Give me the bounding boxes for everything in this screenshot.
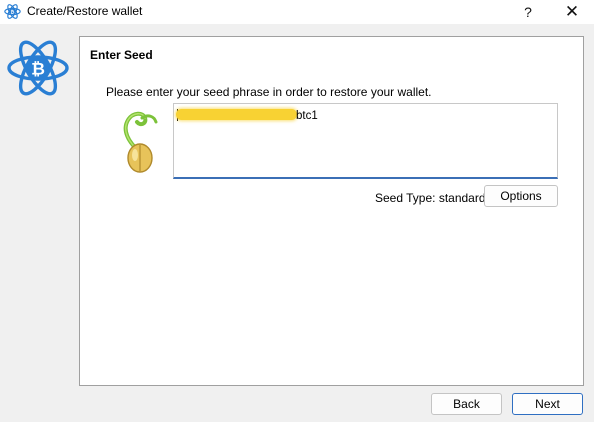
seed-type-label: Seed Type: standard [375, 191, 486, 205]
close-button[interactable]: ✕ [552, 0, 592, 24]
window-title: Create/Restore wallet [27, 4, 143, 18]
page-title: Enter Seed [90, 48, 153, 62]
redacted-seed-words [176, 109, 297, 120]
enter-seed-panel: Enter Seed Please enter your seed phrase… [79, 36, 584, 386]
seed-visible-text: btc1 [296, 110, 318, 122]
options-button[interactable]: Options [484, 185, 558, 207]
electrum-bitcoin-icon: ₿ [4, 4, 21, 19]
wallet-window: ₿ Create/Restore wallet ? ✕ ₿ Enter Seed… [0, 0, 594, 422]
help-button[interactable]: ? [508, 0, 548, 24]
sprouting-seed-icon [123, 111, 158, 173]
seed-phrase-input[interactable]: btc1 [173, 103, 558, 179]
title-bar: ₿ Create/Restore wallet ? ✕ [0, 0, 594, 24]
instruction-text: Please enter your seed phrase in order t… [106, 85, 432, 99]
svg-text:₿: ₿ [31, 60, 45, 80]
back-button[interactable]: Back [431, 393, 502, 415]
next-button[interactable]: Next [512, 393, 583, 415]
electrum-bitcoin-logo: ₿ [7, 40, 69, 96]
